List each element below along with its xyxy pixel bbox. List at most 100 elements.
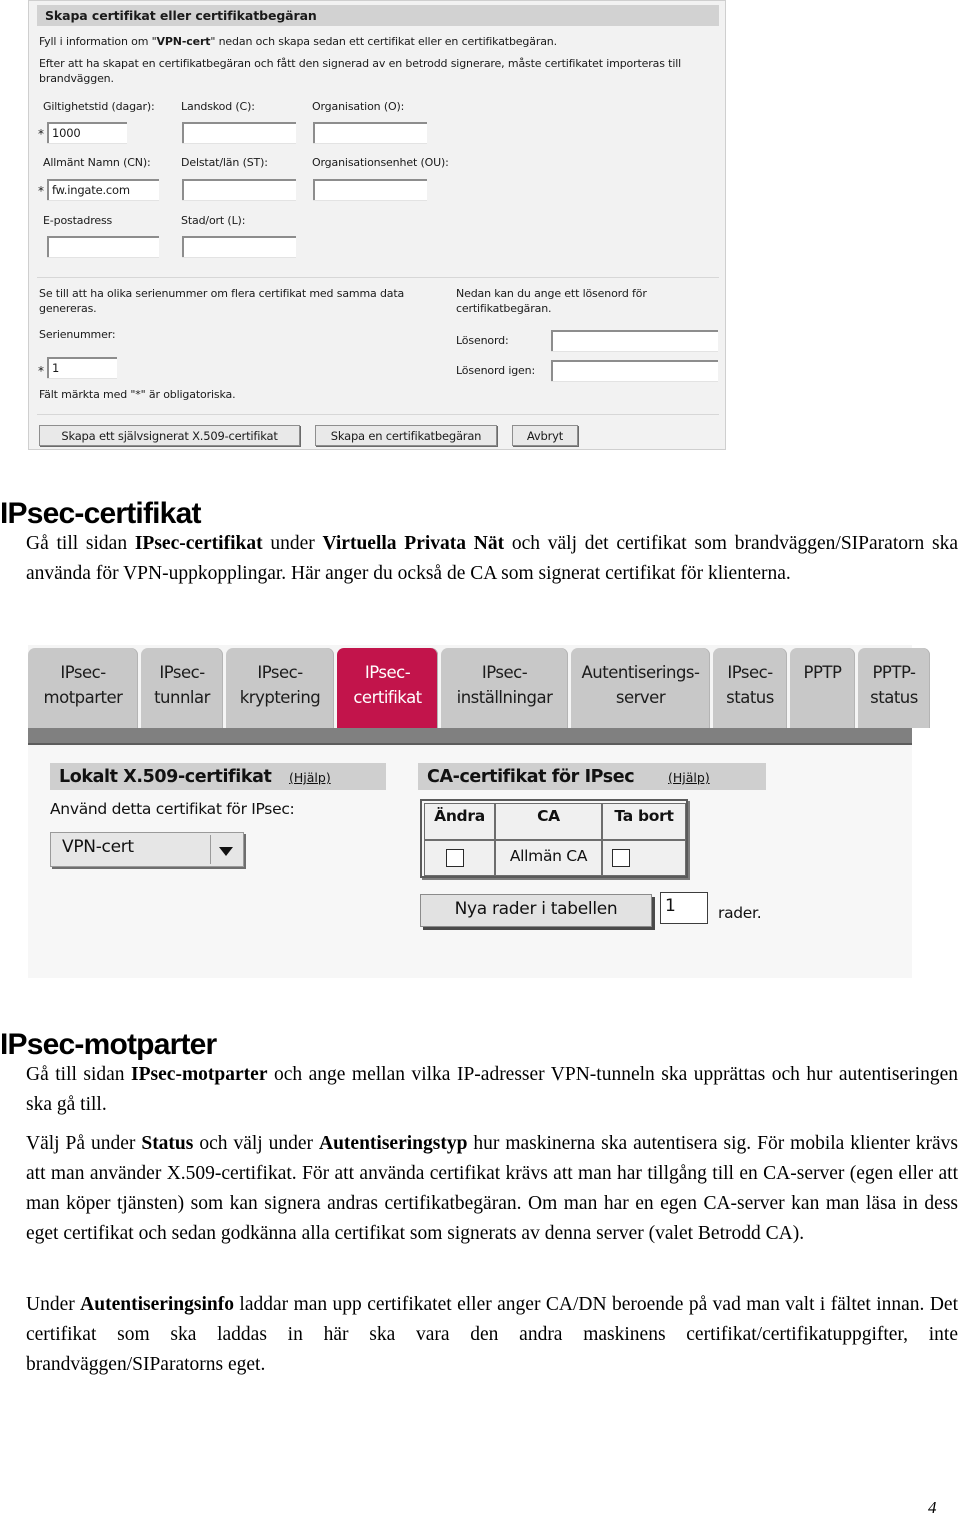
local-cert-select[interactable]: VPN-cert xyxy=(50,832,244,867)
form-divider-1 xyxy=(37,277,719,278)
tab-pptp-status[interactable]: PPTP-status xyxy=(858,648,930,728)
local-cert-selected-value: VPN-cert xyxy=(62,837,134,857)
label-common-name: Allmänt Namn (CN): xyxy=(43,156,151,169)
tab-ipsec-motparter[interactable]: IPsec-motparter xyxy=(28,648,138,728)
tab-ipsec-certifikat[interactable]: IPsec-certifikat xyxy=(337,648,438,728)
input-email[interactable] xyxy=(47,236,159,257)
row-ca-name: Allmän CA xyxy=(509,847,588,865)
form-divider-2 xyxy=(37,414,719,415)
label-password-again: Lösenord igen: xyxy=(456,364,536,377)
required-star-cn: * xyxy=(38,184,44,198)
required-star-validity: * xyxy=(38,127,44,141)
mot-p2-run-3: Autentiseringstyp xyxy=(319,1133,468,1154)
required-fields-note: Fält märkta med "*" är obligatoriska. xyxy=(39,388,236,401)
ca-cert-help-link[interactable]: (Hjälp) xyxy=(668,770,710,785)
label-validity: Giltighetstid (dagar): xyxy=(43,100,155,113)
input-common-name[interactable]: fw.ingate.com xyxy=(47,179,159,200)
row-delete-checkbox[interactable] xyxy=(612,849,630,867)
input-serial[interactable]: 1 xyxy=(47,357,117,378)
mot-p3-run-1: Autentiseringsinfo xyxy=(80,1294,234,1315)
ca-col-ca-label: CA xyxy=(537,807,560,825)
input-password[interactable] xyxy=(551,330,718,351)
cert-body-run-2: under xyxy=(262,533,323,554)
chevron-down-icon[interactable] xyxy=(210,835,241,864)
ca-col-andra-label: Ändra xyxy=(434,807,485,825)
tab-label: PPTP-status xyxy=(870,663,918,707)
serial-note: Se till att ha olika serienummer om fler… xyxy=(39,287,405,315)
input-state[interactable] xyxy=(182,179,296,200)
cancel-button-label: Avbryt xyxy=(526,429,564,443)
mot-p2-run-0: Välj På under xyxy=(26,1133,142,1154)
input-org-unit[interactable] xyxy=(313,179,427,200)
intro-certname: VPN-cert xyxy=(156,35,211,48)
cancel-button[interactable]: Avbryt xyxy=(512,425,578,446)
create-selfsigned-cert-button[interactable]: Skapa ett självsignerat X.509-certifikat xyxy=(39,425,300,446)
table-row-cell-tabort xyxy=(602,840,686,876)
input-city[interactable] xyxy=(182,236,296,257)
ca-cert-table: Ändra CA Ta bort Allmän CA xyxy=(420,799,688,878)
mot-p1-run-0: Gå till sidan xyxy=(26,1064,132,1085)
ca-col-andra: Ändra xyxy=(424,803,495,840)
tab-ipsec-inst-llningar[interactable]: IPsec-inställningar xyxy=(441,648,568,728)
input-common-name-value: fw.ingate.com xyxy=(52,183,130,197)
tab-ipsec-status[interactable]: IPsec-status xyxy=(713,648,787,728)
create-cert-request-button[interactable]: Skapa en certifikatbegäran xyxy=(315,425,497,446)
add-table-rows-label: Nya rader i tabellen xyxy=(454,899,618,919)
ipsec-certifikat-page-screenshot: IPsec-motparter IPsec-tunnlar IPsec-krypte… xyxy=(28,645,930,978)
tab-label: PPTP xyxy=(803,663,842,682)
label-email: E-postadress xyxy=(43,214,113,227)
paragraph-motparter-2: Välj På under Status och välj under Aute… xyxy=(26,1129,958,1249)
password-note: Nedan kan du ange ett lösenord för certi… xyxy=(456,287,647,315)
create-selfsigned-cert-label: Skapa ett självsignerat X.509-certifikat xyxy=(61,429,278,443)
row-edit-checkbox[interactable] xyxy=(446,849,464,867)
local-cert-field-label: Använd detta certifikat för IPsec: xyxy=(50,800,295,818)
add-table-rows-button[interactable]: Nya rader i tabellen xyxy=(420,894,652,927)
cert-body-run-3: Virtuella Privata Nät xyxy=(322,533,505,554)
tab-label: IPsec-tunnlar xyxy=(154,663,210,707)
ca-col-tabort: Ta bort xyxy=(602,803,686,840)
ca-col-ca: CA xyxy=(495,803,602,840)
form-title-bar: Skapa certifikat eller certifikatbegäran xyxy=(37,5,719,26)
tab-label: Autentiserings-server xyxy=(581,663,700,707)
tab-label: IPsec-kryptering xyxy=(239,663,321,707)
local-cert-help-link[interactable]: (Hjälp) xyxy=(289,770,331,785)
tab-label: IPsec-inställningar xyxy=(456,663,553,707)
tab-label: IPsec-motparter xyxy=(43,663,123,707)
ca-col-tabort-label: Ta bort xyxy=(614,807,674,825)
cert-body-run-1: IPsec-certifikat xyxy=(134,533,263,554)
form-intro-2: Efter att ha skapat en certifikatbegäran… xyxy=(39,57,682,85)
new-rows-suffix-label: rader. xyxy=(718,904,762,922)
paragraph-ipsec-certifikat: Gå till sidan IPsec-certifikat under Vir… xyxy=(26,529,958,589)
input-password-again[interactable] xyxy=(551,360,718,381)
form-intro-1: Fyll i information om "VPN-cert" nedan o… xyxy=(39,34,709,49)
ipsec-cert-content-area: Lokalt X.509-certifikat (Hjälp) Använd d… xyxy=(28,747,912,978)
intro-suffix: " nedan och skapa sedan ett certifikat e… xyxy=(210,35,557,48)
tab-ipsec-kryptering[interactable]: IPsec-kryptering xyxy=(226,648,334,728)
input-organisation[interactable] xyxy=(313,122,427,143)
input-serial-value: 1 xyxy=(52,361,60,375)
label-org-unit: Organisationsenhet (OU): xyxy=(312,156,449,169)
create-cert-request-label: Skapa en certifikatbegäran xyxy=(330,429,482,443)
new-rows-count-input[interactable]: 1 xyxy=(660,892,708,924)
paragraph-motparter-1: Gå till sidan IPsec-motparter och ange m… xyxy=(26,1060,958,1120)
label-organisation: Organisation (O): xyxy=(312,100,405,113)
ipsec-tab-bar[interactable]: IPsec-motparter IPsec-tunnlar IPsec-krypte… xyxy=(28,645,930,728)
tab-autentiserings-server[interactable]: Autentiserings-server xyxy=(571,648,710,728)
input-country[interactable] xyxy=(182,122,296,143)
tab-label: IPsec-status xyxy=(726,663,774,707)
mot-p3-run-0: Under xyxy=(26,1294,81,1315)
label-state: Delstat/län (ST): xyxy=(181,156,268,169)
required-star-serial: * xyxy=(38,364,44,378)
tab-ipsec-tunnlar[interactable]: IPsec-tunnlar xyxy=(141,648,223,728)
local-cert-header-label: Lokalt X.509-certifikat xyxy=(59,767,272,787)
ca-cert-header: CA-certifikat för IPsec (Hjälp) xyxy=(418,763,766,790)
intro-prefix: Fyll i information om " xyxy=(39,35,157,48)
page-title-ipsec-motparter: IPsec-motparter xyxy=(0,1028,217,1062)
input-validity-value: 1000 xyxy=(52,126,81,140)
tab-pptp[interactable]: PPTP xyxy=(790,648,855,728)
page-number: 4 xyxy=(928,1498,937,1517)
tab-underline-bar xyxy=(28,728,912,745)
input-validity[interactable]: 1000 xyxy=(47,122,127,143)
paragraph-motparter-3: Under Autentiseringsinfo laddar man upp … xyxy=(26,1290,958,1380)
mot-p1-run-1: IPsec-motparter xyxy=(131,1064,268,1085)
